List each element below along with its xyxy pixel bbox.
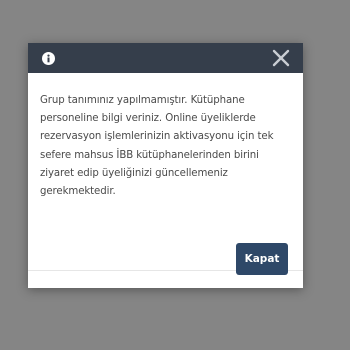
message-line: Grup tanımınız yapılmamıştır. Kütüphane — [40, 95, 245, 106]
page-backdrop: { "dialog": { "header": { "info_icon": "… — [0, 0, 350, 350]
message-line: ziyaret edip üyeliğinizi güncellemeniz — [40, 167, 228, 179]
message-line: personeline bilgi veriniz. Online üyelik… — [40, 113, 256, 125]
message-line: rezervasyon işlemlerinizin aktivasyonu i… — [40, 131, 274, 143]
dialog-message: Grup tanımınız yapılmamıştır. Kütüphane … — [40, 92, 298, 201]
dialog-header — [28, 43, 303, 73]
message-line: sefere mahsus İBB kütüphanelerinden biri… — [40, 149, 259, 161]
info-icon — [42, 52, 55, 65]
close-icon[interactable] — [271, 48, 291, 68]
message-line: gerekmektedir. — [40, 186, 116, 198]
close-button[interactable]: Kapat — [236, 243, 288, 275]
